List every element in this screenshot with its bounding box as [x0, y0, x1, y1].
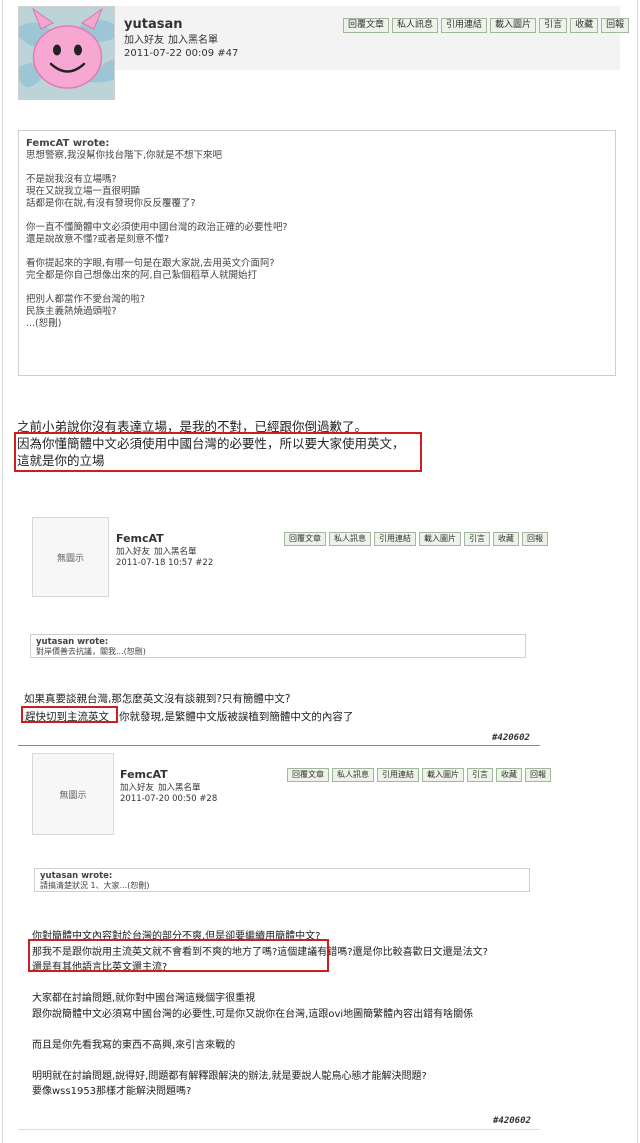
post-body-line: 要像wss1953那樣才能解決問題嗎? [32, 1086, 192, 1097]
quote-author: yutasan wrote: [36, 637, 109, 647]
quote-line: 把別人都當作不愛台灣的啦? [26, 294, 146, 305]
post-id[interactable]: #420602 [493, 1116, 531, 1126]
post-body-line: 明明就在討論問題,說得好,問題都有解釋跟解決的辦法,就是要說人鴕鳥心態才能解決問… [32, 1070, 427, 1082]
post-meta: 2011-07-22 00:09 #47 [124, 48, 239, 59]
quote-link-button[interactable]: 引用連結 [377, 768, 419, 782]
add-blacklist-link[interactable]: 加入黑名單 [168, 35, 218, 46]
add-blacklist-link[interactable]: 加入黑名單 [158, 783, 201, 793]
quote-line: 民族主義熱燒過頭啦? [26, 306, 117, 317]
quote-author: FemcAT wrote: [26, 138, 110, 149]
quote-button[interactable]: 引言 [539, 18, 568, 33]
post-separator [18, 1129, 540, 1130]
quote-link-button[interactable]: 引用連結 [441, 18, 488, 33]
post-body-line: 如果真要談親台灣,那怎麼英文沒有談親到?只有簡體中文? [24, 693, 291, 705]
username[interactable]: yutasan [124, 17, 238, 32]
bookmark-button[interactable]: 收藏 [496, 768, 522, 782]
quote-text: 請搞清楚狀況 1、大家...(恕刪) [40, 881, 150, 890]
post-action-buttons: 回覆文章 私人訊息 引用連結 載入圖片 引言 收藏 回報 [284, 532, 548, 546]
private-message-button[interactable]: 私人訊息 [332, 768, 374, 782]
username[interactable]: FemcAT [116, 532, 213, 545]
username[interactable]: FemcAT [120, 768, 217, 781]
quote-line: 還是說故意不懂?或者是刻意不懂? [26, 234, 170, 245]
quote-button[interactable]: 引言 [464, 532, 490, 546]
quote-text: 思想警察,我沒幫你找台階下,你就是不想下來吧 不是說我沒有立場嗎? 現在又說我立場… [26, 150, 608, 330]
load-images-button[interactable]: 載入圖片 [419, 532, 461, 546]
post-body-line: 大家都在討論問題,就你對中國台灣這幾個字很重視 [32, 993, 256, 1004]
add-blacklist-link[interactable]: 加入黑名單 [154, 547, 197, 557]
post-body-line [32, 1020, 35, 1031]
private-message-button[interactable]: 私人訊息 [329, 532, 371, 546]
bookmark-button[interactable]: 收藏 [570, 18, 599, 33]
quote-line [26, 210, 608, 222]
bookmark-button[interactable]: 收藏 [493, 532, 519, 546]
add-friend-link[interactable]: 加入好友 [116, 547, 150, 557]
load-images-button[interactable]: 載入圖片 [490, 18, 537, 33]
highlight-box [14, 432, 422, 472]
post-action-buttons: 回覆文章 私人訊息 引用連結 載入圖片 引言 收藏 回報 [343, 18, 630, 33]
private-message-button[interactable]: 私人訊息 [392, 18, 439, 33]
add-friend-link[interactable]: 加入好友 [124, 35, 164, 46]
quote-line: 完全都是你自己想像出來的阿,自己紮個稻草人就開始打 [26, 270, 258, 281]
reply-button[interactable]: 回覆文章 [343, 18, 390, 33]
post-meta: 2011-07-20 00:50 #28 [120, 794, 218, 804]
quote-line [26, 162, 608, 174]
quote-line: ...(恕刪) [26, 318, 62, 329]
quote-block: yutasan wrote: 對岸價善去抗議，關我...(恕刪) [30, 634, 526, 658]
quote-line: 思想警察,我沒幫你找台階下,你就是不想下來吧 [26, 150, 223, 161]
quote-button[interactable]: 引言 [467, 768, 493, 782]
post-body-line: 你就發現,是繁體中文版被誤植到簡體中文的內容了 [119, 711, 354, 723]
avatar-placeholder[interactable]: 無圖示 [32, 753, 114, 835]
report-button[interactable]: 回報 [522, 532, 548, 546]
quote-line [26, 282, 608, 294]
post-meta: 2011-07-18 10:57 #22 [116, 558, 214, 568]
avatar-placeholder-text: 無圖示 [59, 791, 87, 801]
quote-line: 你一直不懂簡體中文必須使用中國台灣的政治正確的必要性吧? [26, 222, 288, 233]
reply-button[interactable]: 回覆文章 [284, 532, 326, 546]
quote-line: 不是說我沒有立場嗎? [26, 174, 117, 185]
avatar-placeholder-text: 無圖示 [56, 554, 84, 564]
highlight-box [21, 706, 118, 723]
quote-line: 話都是你在說,有沒有發現你反反覆覆了? [26, 198, 196, 209]
quote-line: 看你提起來的字眼,有哪一句是在跟大家說,去用英文介面阿? [26, 258, 275, 269]
highlight-box [28, 939, 329, 972]
quote-line: 現在又說我立場一直很明顯 [26, 186, 141, 197]
post-body-line: 跟你說簡體中文必須寫中國台灣的必要性,可是你又說你在台灣,這跟ovi地圖簡繁體內… [32, 1008, 474, 1020]
reply-button[interactable]: 回覆文章 [287, 768, 329, 782]
quote-line [26, 246, 608, 258]
quote-block: yutasan wrote: 請搞清楚狀況 1、大家...(恕刪) [34, 868, 530, 892]
report-button[interactable]: 回報 [601, 18, 630, 33]
avatar-placeholder[interactable]: 無圖示 [32, 517, 109, 597]
pink-devil-avatar-icon [19, 7, 114, 99]
quote-link-button[interactable]: 引用連結 [374, 532, 416, 546]
post-body-line: 而且是你先看我寫的東西不高興,來引言來戰的 [32, 1039, 236, 1051]
add-friend-link[interactable]: 加入好友 [120, 783, 154, 793]
quote-block: FemcAT wrote: 思想警察,我沒幫你找台階下,你就是不想下來吧 不是說… [18, 130, 616, 376]
quote-text: 對岸價善去抗議，關我...(恕刪) [36, 647, 146, 656]
load-images-button[interactable]: 載入圖片 [422, 768, 464, 782]
post-separator [18, 745, 540, 746]
post-action-buttons: 回覆文章 私人訊息 引用連結 載入圖片 引言 收藏 回報 [287, 768, 551, 782]
post-body-line [32, 974, 35, 985]
post-body-line [32, 1051, 35, 1062]
report-button[interactable]: 回報 [525, 768, 551, 782]
avatar[interactable] [18, 6, 115, 100]
post-id[interactable]: #420602 [492, 733, 530, 743]
quote-author: yutasan wrote: [40, 871, 113, 881]
